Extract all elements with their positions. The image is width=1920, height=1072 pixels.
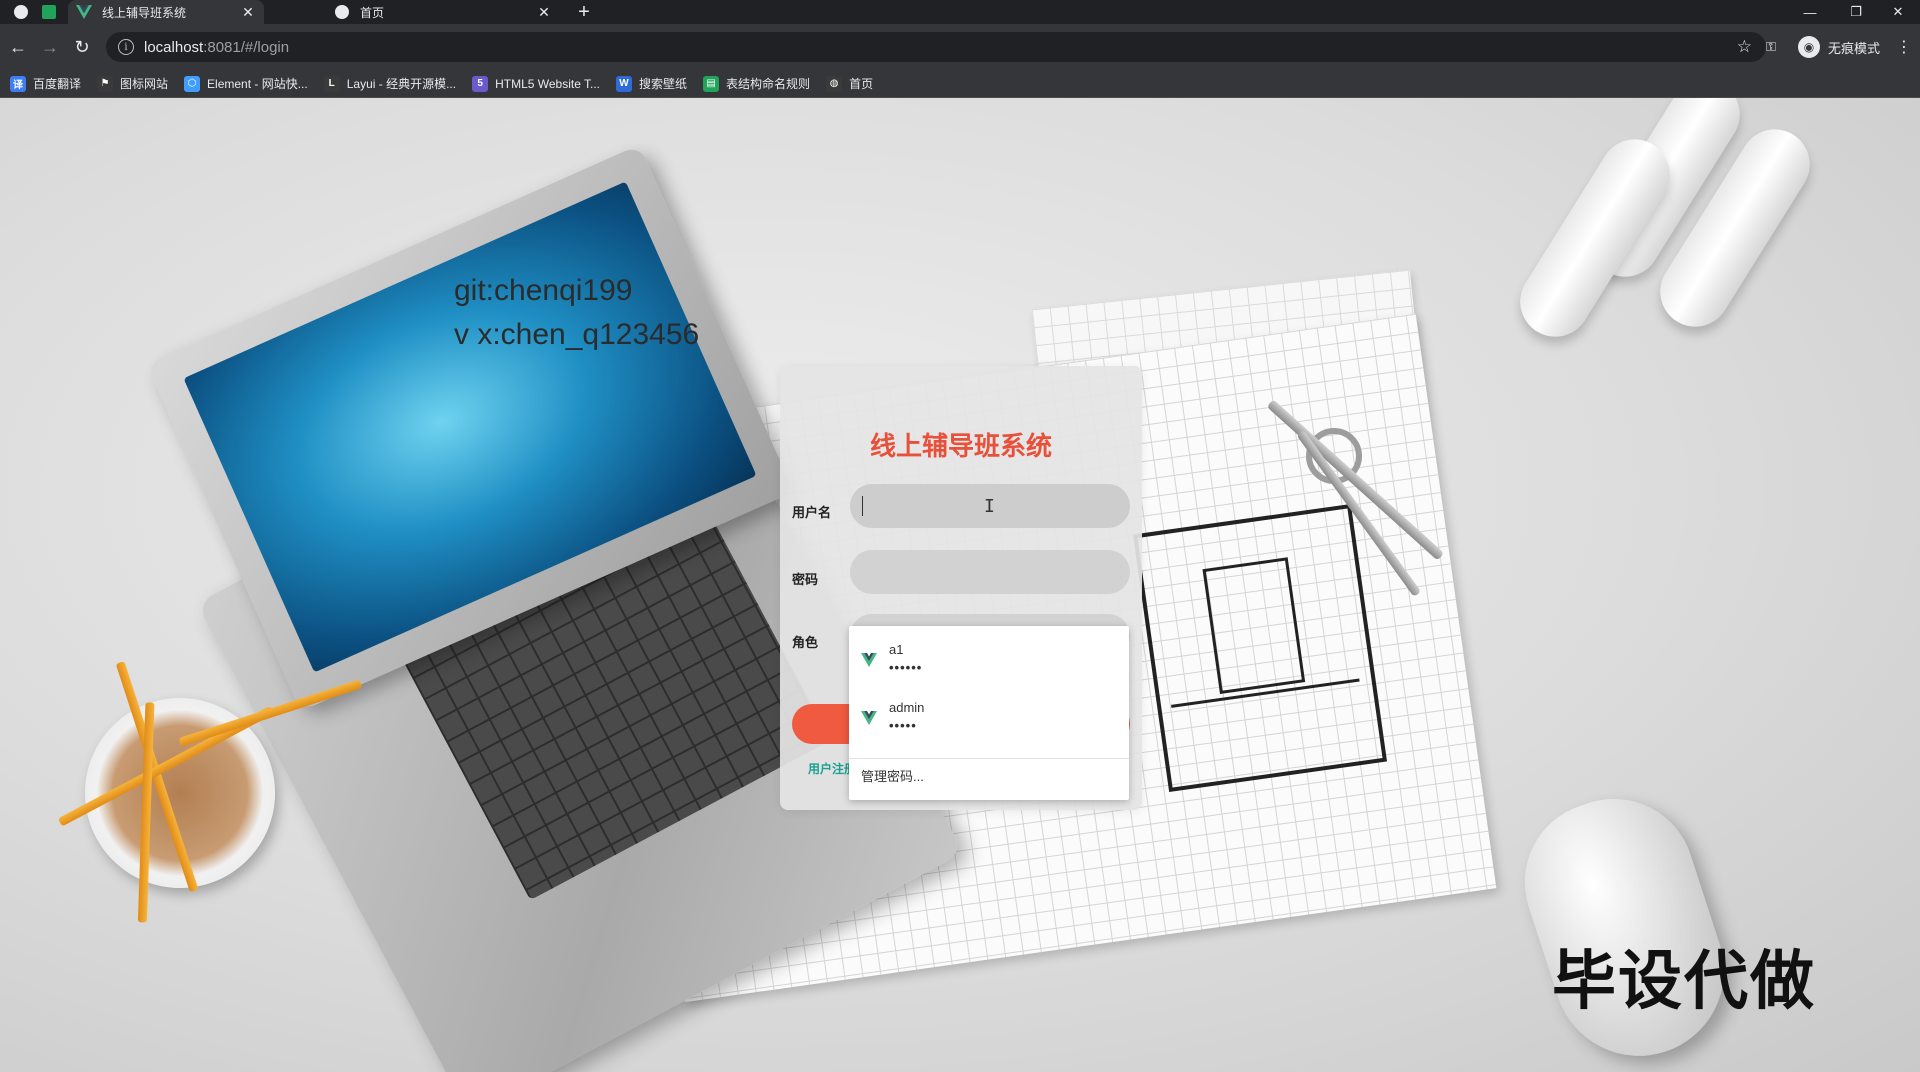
manage-passwords-link[interactable]: 管理密码... [861,766,924,785]
bookmark-label: Layui - 经典开源模... [346,77,457,91]
bookmark-label: 搜索壁纸 [639,77,688,91]
autofill-username: admin [889,700,925,715]
autofill-username: a1 [889,642,904,657]
password-input[interactable] [850,550,1130,594]
url-host: localhost [144,38,204,56]
element-icon: ⬡ [184,75,201,92]
baidu-translate-icon: 译 [10,75,26,92]
tab-title: 线上辅导班系统 [102,5,187,20]
username-label: 用户名 [792,506,832,521]
tab-home[interactable]: 首页 ✕ [326,0,560,24]
computer-mouse-image [1503,778,1747,1072]
autofill-password-mask: •••••• [889,660,923,675]
profile-label: 无痕模式 [1828,40,1881,56]
pinned-tab-sheet[interactable] [38,2,60,22]
reload-button[interactable]: ↻ [70,35,94,59]
address-bar[interactable]: i localhost:8081/#/login ☆ [106,32,1766,62]
login-title: 线上辅导班系统 [869,432,1052,462]
bookmark-item[interactable]: ◍ 首页 [826,75,873,92]
pinned-tab-globe[interactable] [10,2,32,22]
floorplan-drawing [1132,503,1388,793]
autofill-suggestion[interactable]: admin ••••• [849,692,1129,748]
globe-icon [14,5,28,19]
tab-title: 首页 [360,5,385,20]
url-path: :8081/#/login [203,38,290,56]
bookmark-label: 百度翻译 [33,77,82,91]
new-tab-button[interactable]: + [572,0,596,24]
browser-toolbar: ← → ↻ i localhost:8081/#/login ☆ ⚿ ◉ 无痕模… [0,24,1920,70]
profile-button[interactable]: ◉ 无痕模式 [1798,35,1880,59]
sheet-icon [42,5,56,19]
bookmarks-bar: 译百度翻译 ⚑ 图标网站 ⬡ Element - 网站快... L Layui - 经典开源… [0,70,1920,98]
close-window-button[interactable]: ✕ [1876,0,1920,24]
flag-icon: ⚑ [97,75,114,92]
password-autofill-dropdown: a1 •••••• admin ••••• 管理密码... [849,626,1129,800]
site-info-icon[interactable]: i [118,39,134,55]
overlay-wechat-text: v x:chen_q123456 [454,318,700,351]
forward-button[interactable]: → [38,35,62,59]
sheet-icon: ▤ [703,75,720,92]
role-label: 角色 [792,636,819,651]
restore-button[interactable]: ❐ [1834,0,1878,24]
vue-logo-icon [861,653,877,667]
menu-kebab-icon[interactable]: ⋮ [1896,35,1912,59]
bookmark-item[interactable]: W 搜索壁纸 [616,75,687,92]
reload-icon: ↻ [74,36,90,57]
bookmark-star-icon[interactable]: ☆ [1737,37,1752,57]
back-button[interactable]: ← [6,35,30,59]
html5-icon: 5 [472,75,489,92]
bookmark-label: 表结构命名规则 [726,77,811,91]
text-caret [862,496,863,516]
paper-rolls-image [1507,98,1850,350]
bookmark-label: Element - 网站快... [207,77,308,91]
tab-close-icon[interactable]: ✕ [240,4,256,20]
minimize-button[interactable]: — [1788,0,1832,24]
tab-close-icon[interactable]: ✕ [536,4,552,20]
autofill-password-mask: ••••• [889,718,917,733]
tab-strip: 线上辅导班系统 ✕ 首页 ✕ + — ❐ ✕ [0,0,1920,24]
bookmark-label: HTML5 Website T... [495,76,601,91]
autofill-divider [849,758,1129,759]
bookmark-item[interactable]: ⚑ 图标网站 [97,75,168,92]
password-key-icon[interactable]: ⚿ [1766,35,1776,59]
bookmark-label: 图标网站 [120,77,169,91]
bookmark-item[interactable]: ▤ 表结构命名规则 [703,75,810,92]
vue-logo-icon [76,4,92,20]
back-arrow-icon: ← [9,36,27,57]
incognito-icon: ◉ [1798,36,1820,58]
bookmark-item[interactable]: 5 HTML5 Website T... [472,75,601,92]
layui-icon: L [323,75,340,92]
wallpaper-icon: W [616,75,633,92]
login-page: git:chenqi199 v x:chen_q123456 毕设代做 线上辅导… [0,98,1920,1072]
overlay-git-text: git:chenqi199 [454,274,633,307]
forward-arrow-icon: → [41,36,59,57]
vue-logo-icon [861,711,877,725]
tab-login[interactable]: 线上辅导班系统 ✕ [68,0,264,24]
username-input[interactable]: I [850,484,1130,528]
ibeam-cursor-icon: I [984,496,995,517]
bookmark-item[interactable]: L Layui - 经典开源模... [323,75,457,92]
autofill-suggestion[interactable]: a1 •••••• [849,634,1129,690]
password-label: 密码 [792,573,819,588]
bookmark-item[interactable]: ⬡ Element - 网站快... [184,75,308,92]
watermark-text: 毕设代做 [1552,945,1816,1019]
bookmark-label: 首页 [849,77,874,91]
globe-icon [334,4,350,20]
bookmark-item[interactable]: 译百度翻译 [10,75,81,92]
globe-icon: ◍ [826,75,843,92]
